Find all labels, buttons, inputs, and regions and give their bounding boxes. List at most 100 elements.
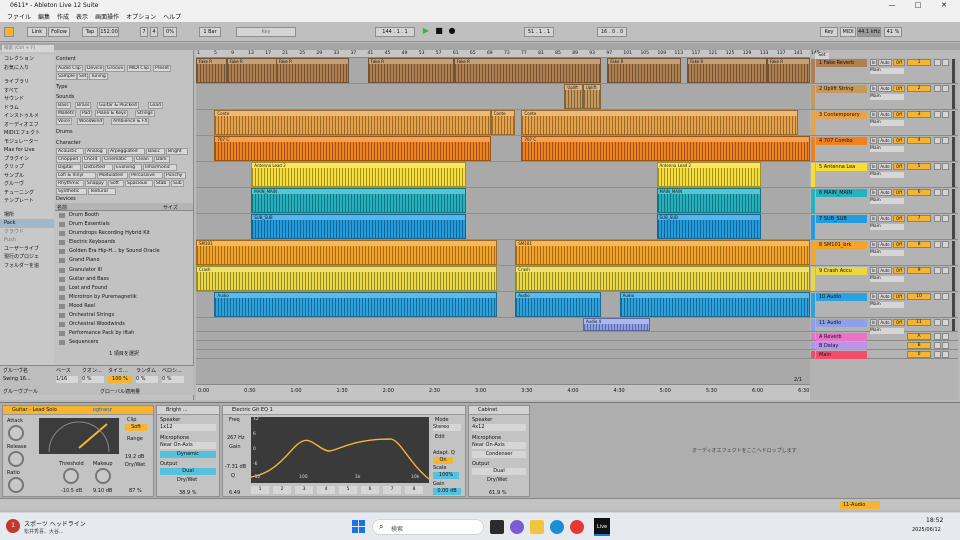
clip[interactable]: Fake R	[275, 58, 350, 83]
mute-icon[interactable]	[934, 333, 941, 340]
stop-icon[interactable]: ■	[434, 27, 444, 37]
list-item[interactable]: Golden Era Hip-H... by Sound Oracle	[55, 247, 193, 256]
track-name[interactable]: 10 Audio	[816, 293, 867, 301]
mute-icon[interactable]	[934, 137, 941, 144]
start-menu-icon[interactable]	[352, 520, 366, 534]
groove-base[interactable]: 1/16	[56, 376, 78, 383]
track-name[interactable]: 11 Audio	[816, 319, 867, 327]
output-routing[interactable]: Main	[870, 250, 904, 256]
clip[interactable]: MAIN_MAIN	[656, 188, 761, 213]
clip[interactable]: Crash	[196, 266, 497, 291]
eq-band-toggle[interactable]: 4	[317, 486, 335, 494]
clip[interactable]: Antenna Lead 2	[251, 162, 467, 187]
scale-field[interactable]: 100%	[433, 472, 459, 479]
track-header[interactable]: 7 SUB_SUB In Auto Off 7 Main	[810, 214, 958, 240]
overview-strip[interactable]	[0, 43, 960, 50]
name-column-header[interactable]: 名前	[57, 204, 67, 211]
tag-lead[interactable]: Lead	[148, 102, 163, 109]
menu-navigate[interactable]: 画面操作	[95, 12, 119, 21]
output-routing[interactable]: Main	[870, 172, 904, 178]
clip[interactable]: 707 C	[521, 136, 810, 161]
menu-file[interactable]: ファイル	[7, 12, 31, 21]
groove-timing[interactable]: 100 %	[108, 376, 132, 383]
clip[interactable]: Audio 4	[582, 318, 651, 331]
track-number[interactable]: 10	[907, 293, 931, 300]
tag-character-14[interactable]: Lofi & Vinyl	[56, 172, 96, 179]
tag-character-0[interactable]: Acoustic	[56, 148, 84, 155]
solo-icon[interactable]	[942, 333, 949, 340]
auto-button[interactable]: Auto	[878, 189, 892, 196]
track-number[interactable]: 9	[907, 267, 931, 274]
track-number[interactable]: 8	[907, 241, 931, 248]
sidebar-item-tunings[interactable]: チューニング	[0, 189, 54, 198]
tag-character-12[interactable]: Evolving	[114, 164, 142, 171]
off-button[interactable]: Off	[893, 189, 905, 196]
quantize-menu[interactable]: 1 Bar	[199, 27, 221, 37]
tempo-field[interactable]: 152.00	[99, 27, 119, 37]
off-button[interactable]: Off	[893, 163, 905, 170]
clip[interactable]: Fake R	[196, 58, 227, 83]
device-title[interactable]: Electric Git EQ 1	[223, 406, 465, 415]
off-button[interactable]: Off	[893, 215, 905, 222]
output-routing[interactable]: Main	[870, 198, 904, 204]
groove-name[interactable]: Swing 16...	[3, 376, 31, 382]
track-name[interactable]: 1 Fake Reverb	[816, 59, 867, 67]
clip[interactable]: Antenna Lead 2	[656, 162, 761, 187]
output-routing[interactable]: Main	[870, 302, 904, 308]
clip[interactable]: Fake R	[453, 58, 602, 83]
clip[interactable]: Conte	[490, 110, 516, 135]
mute-icon[interactable]	[934, 59, 941, 66]
mute-icon[interactable]	[934, 342, 941, 349]
tag-character-6[interactable]: Chord	[82, 156, 101, 163]
condenser-button[interactable]: Condenser	[472, 451, 526, 458]
solo-icon[interactable]	[942, 189, 949, 196]
clip[interactable]: Fake R	[687, 58, 767, 83]
sidebar-item-samples[interactable]: サンプル	[0, 172, 54, 181]
mute-icon[interactable]	[934, 319, 941, 326]
dual-button[interactable]: Dual	[472, 468, 526, 475]
size-column-header[interactable]: サイズ	[163, 204, 178, 211]
clip[interactable]: 707 C	[214, 136, 491, 161]
sidebar-item-clips[interactable]: クリップ	[0, 163, 54, 172]
scale-key-selector[interactable]: Key	[236, 27, 296, 37]
sidebar-item-drums[interactable]: ドラム	[0, 104, 54, 113]
track-number[interactable]: 0	[907, 351, 931, 358]
clip[interactable]: Audio	[619, 292, 810, 317]
menu-view[interactable]: 表示	[76, 12, 88, 21]
dual-button[interactable]: Dual	[160, 468, 216, 475]
track-name[interactable]: 3 Contemporary	[816, 111, 867, 119]
tag-character-2[interactable]: Arpeggiated	[108, 148, 145, 155]
menu-edit[interactable]: 編集	[38, 12, 50, 21]
sidebar-item-packs[interactable]: Pack	[0, 219, 54, 228]
output-routing[interactable]: Main	[870, 94, 904, 100]
in-button[interactable]: In	[870, 241, 877, 248]
track-lane[interactable]: Antenna Lead 2 Antenna Lead 2	[196, 162, 810, 188]
sidebar-item-plugins[interactable]: プラグイン	[0, 155, 54, 164]
track-header[interactable]: 2 Uplift String In Auto Off 2 Main	[810, 84, 958, 110]
auto-button[interactable]: Auto	[878, 319, 892, 326]
tag-character-17[interactable]: Punchy	[164, 172, 186, 179]
track-number[interactable]: 4	[907, 137, 931, 144]
output-routing[interactable]: Main	[870, 120, 904, 126]
track-lane[interactable]: Fake R Fake R Fake R Fake R Fake R Fake R Fake…	[196, 58, 810, 84]
tag-character-22[interactable]: Stab	[154, 180, 170, 187]
arrangement-position[interactable]: 144 . 1 . 1	[375, 27, 415, 37]
mute-icon[interactable]	[934, 215, 941, 222]
auto-button[interactable]: Auto	[878, 215, 892, 222]
off-button[interactable]: Off	[893, 111, 905, 118]
speaker-select[interactable]: 1x12	[160, 424, 216, 431]
edge-icon[interactable]	[550, 520, 564, 534]
clip[interactable]: Conte	[214, 110, 491, 135]
sidebar-item-audio-effects[interactable]: オーディオエフ	[0, 121, 54, 130]
output-routing[interactable]: Main	[870, 68, 904, 74]
adapt-q-toggle[interactable]: On	[433, 457, 453, 464]
track-number[interactable]: B	[907, 342, 931, 349]
menu-help[interactable]: ヘルプ	[163, 12, 181, 21]
tag-ambience-fx[interactable]: Ambience & FX	[111, 118, 150, 125]
mode-select[interactable]: Stereo	[433, 424, 461, 431]
news-title[interactable]: スポーツ ヘッドライン	[24, 519, 86, 528]
track-name[interactable]: 9 Crash Accu	[816, 267, 867, 275]
track-lane[interactable]	[196, 332, 810, 341]
off-button[interactable]: Off	[893, 267, 905, 274]
sidebar-item-current-project[interactable]: 現行のプロジェ	[0, 253, 54, 262]
